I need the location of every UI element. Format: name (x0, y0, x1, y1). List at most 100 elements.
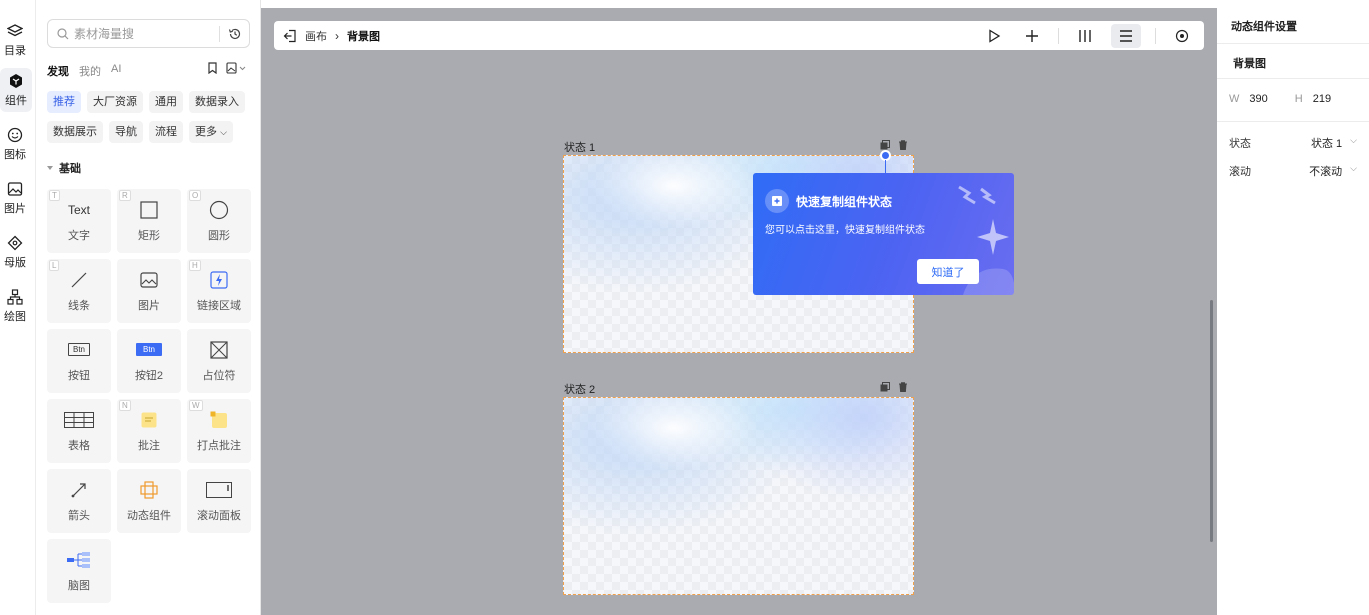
scroll-select[interactable]: 不滚动 ⌵ (1309, 163, 1357, 179)
component-grid: T Text 文字 R 矩形 O 圆形 L 线条 图片 H 链接区域 Btn 按… (47, 189, 253, 603)
table-icon (64, 411, 94, 428)
rows-icon (1120, 29, 1132, 42)
trash-icon[interactable] (898, 382, 908, 392)
tile-label: 按钮2 (134, 369, 164, 382)
width-field[interactable]: 390 (1249, 93, 1267, 105)
tile-button[interactable]: Btn 按钮 (47, 329, 111, 393)
chip-data-display[interactable]: 数据展示 (47, 121, 103, 143)
tile-arrow[interactable]: 箭头 (47, 469, 111, 533)
copy-icon[interactable] (880, 140, 890, 150)
dynamic-component-settings: 动态组件设置 背景图 W 390 H 219 状态 状态 1 ⌵ 滚动 不滚动 ⌵ (1217, 0, 1369, 615)
tooltip-anchor-line (885, 160, 886, 174)
tile-label: 脑图 (68, 579, 90, 592)
chip-general[interactable]: 通用 (149, 91, 183, 113)
divider (1217, 78, 1369, 79)
chip-more-label: 更多 (195, 126, 217, 138)
scroll-panel-icon (206, 481, 232, 498)
tile-label: 线条 (68, 299, 90, 312)
dynamic-component-icon (140, 480, 158, 499)
tile-table[interactable]: 表格 (47, 399, 111, 463)
canvas-toolbar: 画布 › 背景图 (274, 21, 1204, 50)
copy-state-icon (765, 189, 789, 213)
history-icon[interactable] (228, 27, 242, 41)
tile-annotation[interactable]: N 批注 (117, 399, 181, 463)
state-select[interactable]: 状态 1 ⌵ (1311, 135, 1357, 151)
chip-data-entry[interactable]: 数据录入 (189, 91, 245, 113)
state-row: 状态 状态 1 ⌵ (1229, 135, 1357, 151)
row-layout-button[interactable] (1111, 23, 1141, 48)
tile-link-area[interactable]: H 链接区域 (187, 259, 251, 323)
shortcut-key: R (119, 190, 131, 201)
tab-ai[interactable]: AI (111, 63, 121, 79)
note-icon (141, 412, 157, 427)
tile-rectangle[interactable]: R 矩形 (117, 189, 181, 253)
rail-label: 图片 (4, 202, 26, 215)
tile-mind-map[interactable]: 脑图 (47, 539, 111, 603)
tile-label: 占位符 (202, 369, 236, 382)
tile-dot-annotation[interactable]: W 打点批注 (187, 399, 251, 463)
smiley-icon (7, 127, 23, 142)
crumb-root[interactable]: 画布 (305, 28, 327, 44)
canvas-scrollbar[interactable] (1210, 300, 1213, 542)
got-it-button[interactable]: 知道了 (917, 259, 979, 284)
tile-text[interactable]: T Text 文字 (47, 189, 111, 253)
chip-big-vendor[interactable]: 大厂资源 (87, 91, 143, 113)
image-filter-icon[interactable] (226, 62, 246, 74)
chip-recommend[interactable]: 推荐 (47, 91, 81, 113)
record-button[interactable] (1170, 24, 1194, 48)
chevron-right-icon: › (335, 28, 339, 43)
chip-flow[interactable]: 流程 (149, 121, 183, 143)
bookmark-icon[interactable] (207, 62, 218, 74)
exit-icon[interactable] (283, 29, 297, 43)
tile-scroll-panel[interactable]: 滚动面板 (187, 469, 251, 533)
copy-icon[interactable] (880, 382, 890, 392)
columns-icon (1079, 29, 1091, 42)
chevron-down-icon: ⌵ (1350, 135, 1357, 145)
trash-icon[interactable] (898, 140, 908, 150)
state1-actions (880, 140, 908, 150)
shortcut-key: L (49, 260, 60, 271)
rectangle-icon (140, 200, 158, 219)
component-name[interactable]: 背景图 (1233, 55, 1266, 71)
tile-label: 动态组件 (127, 509, 171, 522)
tile-label: 矩形 (138, 229, 160, 242)
rail-item-master[interactable]: 母版 (0, 230, 30, 274)
tile-label: 打点批注 (197, 439, 241, 452)
preview-button[interactable] (982, 24, 1006, 48)
search-input[interactable]: 素材海量搜 (74, 25, 219, 42)
crumb-current: 背景图 (347, 30, 380, 43)
library-search[interactable]: 素材海量搜 (47, 19, 250, 48)
collapse-triangle-icon (47, 166, 53, 170)
tile-button2[interactable]: Btn 按钮2 (117, 329, 181, 393)
add-state-button[interactable] (1020, 24, 1044, 48)
tile-line[interactable]: L 线条 (47, 259, 111, 323)
width-label: W (1229, 93, 1240, 105)
tile-dynamic-component[interactable]: 动态组件 (117, 469, 181, 533)
tile-image[interactable]: 图片 (117, 259, 181, 323)
tab-discover[interactable]: 发现 (47, 63, 69, 79)
master-icon (7, 235, 23, 250)
scroll-row: 滚动 不滚动 ⌵ (1229, 163, 1357, 179)
button-filled-icon: Btn (135, 343, 162, 356)
tile-label: 箭头 (68, 509, 90, 522)
height-field[interactable]: 219 (1313, 93, 1331, 105)
chip-more[interactable]: 更多 ⌵ (189, 121, 233, 143)
tile-circle[interactable]: O 圆形 (187, 189, 251, 253)
rail-item-icons[interactable]: 图标 (0, 122, 30, 166)
shortcut-key: N (119, 400, 131, 411)
tab-mine[interactable]: 我的 (79, 63, 101, 79)
chip-navigation[interactable]: 导航 (109, 121, 143, 143)
tile-placeholder[interactable]: 占位符 (187, 329, 251, 393)
rail-item-diagram[interactable]: 绘图 (0, 284, 30, 328)
left-rail: 目录 组件 图标 图片 母版 绘图 (0, 0, 36, 615)
chevron-down-icon: ⌵ (220, 127, 227, 137)
state2-frame[interactable] (563, 397, 914, 595)
circle-icon (209, 200, 229, 219)
diagram-icon (7, 288, 23, 305)
rail-item-components[interactable]: 组件 (0, 68, 32, 112)
rail-item-images[interactable]: 图片 (0, 176, 30, 220)
section-basic[interactable]: 基础 (47, 160, 81, 176)
state-label: 状态 (1229, 138, 1251, 150)
column-layout-button[interactable] (1073, 24, 1097, 48)
rail-item-catalog[interactable]: 目录 (0, 18, 30, 62)
